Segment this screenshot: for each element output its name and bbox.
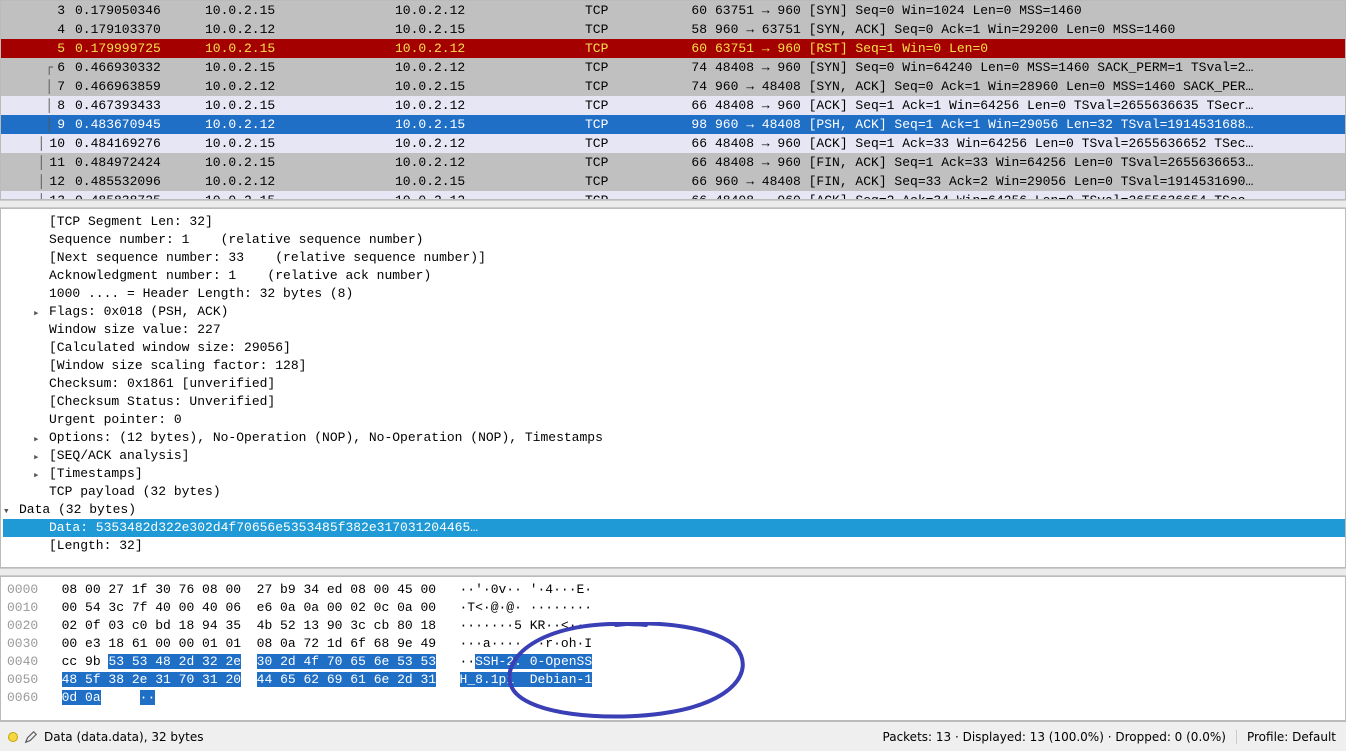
- packet-row[interactable]: ┌60.46693033210.0.2.1510.0.2.12TCP74 484…: [1, 58, 1345, 77]
- edit-icon[interactable]: [24, 730, 38, 744]
- status-packet-counts: Packets: 13 · Displayed: 13 (100.0%) · D…: [873, 730, 1236, 744]
- hex-line[interactable]: 0000 08 00 27 1f 30 76 08 00 27 b9 34 ed…: [7, 581, 1339, 599]
- packet-row[interactable]: │70.46696385910.0.2.1210.0.2.15TCP74 960…: [1, 77, 1345, 96]
- pane-splitter-1[interactable]: [0, 200, 1346, 208]
- packet-row[interactable]: │110.48497242410.0.2.1510.0.2.12TCP66 48…: [1, 153, 1345, 172]
- status-profile[interactable]: Profile: Default: [1236, 730, 1346, 744]
- packet-row[interactable]: 40.17910337010.0.2.1210.0.2.15TCP58 960 …: [1, 20, 1345, 39]
- packet-row[interactable]: │100.48416927610.0.2.1510.0.2.12TCP66 48…: [1, 134, 1345, 153]
- hex-line[interactable]: 0030 00 e3 18 61 00 00 01 01 08 0a 72 1d…: [7, 635, 1339, 653]
- hex-line[interactable]: 0010 00 54 3c 7f 40 00 40 06 e6 0a 0a 00…: [7, 599, 1339, 617]
- packet-details-pane[interactable]: [TCP Segment Len: 32]Sequence number: 1 …: [0, 208, 1346, 568]
- detail-line[interactable]: Checksum: 0x1861 [unverified]: [3, 375, 1345, 393]
- hex-line[interactable]: 0020 02 0f 03 c0 bd 18 94 35 4b 52 13 90…: [7, 617, 1339, 635]
- detail-line[interactable]: ▸[Timestamps]: [3, 465, 1345, 483]
- detail-line[interactable]: Sequence number: 1 (relative sequence nu…: [3, 231, 1345, 249]
- detail-line[interactable]: 1000 .... = Header Length: 32 bytes (8): [3, 285, 1345, 303]
- detail-line[interactable]: TCP payload (32 bytes): [3, 483, 1345, 501]
- packet-row[interactable]: └130.48583872510.0.2.1510.0.2.12TCP66 48…: [1, 191, 1345, 200]
- hex-line[interactable]: 0060 0d 0a ··: [7, 689, 1339, 707]
- detail-line[interactable]: ▸[SEQ/ACK analysis]: [3, 447, 1345, 465]
- detail-line[interactable]: [Window size scaling factor: 128]: [3, 357, 1345, 375]
- detail-line[interactable]: [Checksum Status: Unverified]: [3, 393, 1345, 411]
- expert-info-icon[interactable]: [8, 732, 18, 742]
- detail-line[interactable]: Data: 5353482d322e302d4f70656e5353485f38…: [3, 519, 1345, 537]
- packet-list-pane[interactable]: 30.17905034610.0.2.1510.0.2.12TCP60 6375…: [0, 0, 1346, 200]
- packet-row[interactable]: │90.48367094510.0.2.1210.0.2.15TCP98 960…: [1, 115, 1345, 134]
- detail-line[interactable]: Urgent pointer: 0: [3, 411, 1345, 429]
- packet-row[interactable]: │120.48553209610.0.2.1210.0.2.15TCP66 96…: [1, 172, 1345, 191]
- pane-splitter-2[interactable]: [0, 568, 1346, 576]
- detail-line[interactable]: ▾Data (32 bytes): [3, 501, 1345, 519]
- detail-line[interactable]: [Length: 32]: [3, 537, 1345, 555]
- detail-line[interactable]: [Next sequence number: 33 (relative sequ…: [3, 249, 1345, 267]
- packet-row[interactable]: 30.17905034610.0.2.1510.0.2.12TCP60 6375…: [1, 1, 1345, 20]
- detail-line[interactable]: [TCP Segment Len: 32]: [3, 213, 1345, 231]
- hex-dump-pane[interactable]: 0000 08 00 27 1f 30 76 08 00 27 b9 34 ed…: [0, 576, 1346, 721]
- hex-line[interactable]: 0040 cc 9b 53 53 48 2d 32 2e 30 2d 4f 70…: [7, 653, 1339, 671]
- detail-line[interactable]: Acknowledgment number: 1 (relative ack n…: [3, 267, 1345, 285]
- status-field-info: Data (data.data), 32 bytes: [44, 730, 203, 744]
- detail-line[interactable]: ▸Flags: 0x018 (PSH, ACK): [3, 303, 1345, 321]
- detail-line[interactable]: [Calculated window size: 29056]: [3, 339, 1345, 357]
- packet-row[interactable]: │80.46739343310.0.2.1510.0.2.12TCP66 484…: [1, 96, 1345, 115]
- detail-line[interactable]: Window size value: 227: [3, 321, 1345, 339]
- hex-line[interactable]: 0050 48 5f 38 2e 31 70 31 20 44 65 62 69…: [7, 671, 1339, 689]
- packet-row[interactable]: 50.17999972510.0.2.1510.0.2.12TCP60 6375…: [1, 39, 1345, 58]
- status-bar: Data (data.data), 32 bytes Packets: 13 ·…: [0, 721, 1346, 751]
- detail-line[interactable]: ▸Options: (12 bytes), No-Operation (NOP)…: [3, 429, 1345, 447]
